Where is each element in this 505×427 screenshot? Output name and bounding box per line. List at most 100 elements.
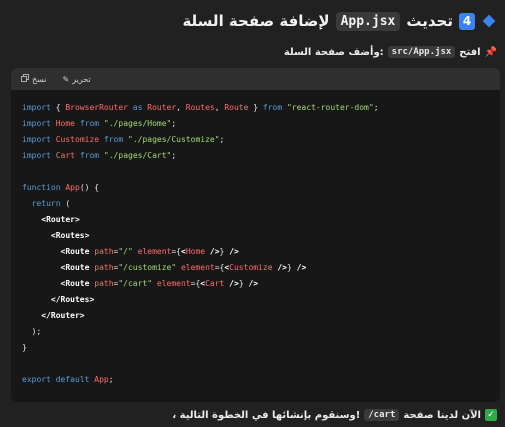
code-token: from xyxy=(75,119,100,128)
heading-file-code: App.jsx xyxy=(335,11,401,31)
code-token: Home xyxy=(185,247,206,256)
code-line: <Routes> xyxy=(22,228,500,244)
code-token: "/customize" xyxy=(118,263,177,272)
code-token: ={ xyxy=(214,263,225,272)
code-token: <Route xyxy=(60,279,90,288)
code-token: import xyxy=(22,135,51,144)
code-token: element xyxy=(137,247,172,256)
code-token: , xyxy=(176,103,186,112)
code-token: path xyxy=(94,247,114,256)
code-line: ); xyxy=(22,324,500,340)
code-line: } xyxy=(22,340,500,356)
heading-update-word: تحديث xyxy=(406,12,453,30)
code-token: "react-router-dom" xyxy=(286,103,374,112)
code-token: path xyxy=(94,263,114,272)
code-token: import xyxy=(22,103,51,112)
code-token: return xyxy=(31,199,61,208)
code-token: function xyxy=(22,183,61,192)
edit-button[interactable]: ✎ تحرير xyxy=(63,75,91,84)
code-token: App xyxy=(94,375,109,384)
code-line: return ( xyxy=(22,196,500,212)
code-line: function App() { xyxy=(22,180,500,196)
code-token: ; xyxy=(373,103,379,112)
code-token: import xyxy=(22,151,51,160)
code-token: element xyxy=(180,263,215,272)
code-content: import { BrowserRouter as Router, Routes… xyxy=(11,90,500,388)
step-heading: 4 تحديث App.jsx لإضافة صفحة السلة xyxy=(8,10,497,32)
step-number-badge: 4 xyxy=(459,12,475,30)
code-token: ={ xyxy=(171,247,181,256)
code-token: { xyxy=(50,103,66,112)
code-token: ; xyxy=(108,375,114,384)
code-token: /> xyxy=(296,263,307,272)
code-token: from xyxy=(99,135,124,144)
heading-rest: لإضافة صفحة السلة xyxy=(182,12,330,30)
code-line: </Router> xyxy=(22,308,500,324)
code-token: () { xyxy=(79,183,100,192)
code-line: <Router> xyxy=(22,212,500,228)
code-token: </Router> xyxy=(41,311,85,320)
code-token: /> xyxy=(205,247,220,256)
code-line: <Route path="/customize" element={<Custo… xyxy=(22,260,500,276)
code-token: export xyxy=(22,375,51,384)
code-token: "./pages/Customize" xyxy=(128,135,220,144)
code-line: <Route path="/" element={<Home />} /> xyxy=(22,244,500,260)
code-token: "/" xyxy=(118,247,133,256)
code-token: } xyxy=(219,247,230,256)
code-token: from xyxy=(75,151,100,160)
code-token: } xyxy=(286,263,297,272)
footer-text-end: ، وسنقوم بإنشائها في الخطوة التالية! xyxy=(172,409,361,421)
code-line: import Cart from "./pages/Cart"; xyxy=(22,148,500,164)
code-token: /> xyxy=(224,279,239,288)
code-token: ); xyxy=(22,327,42,336)
blue-diamond-icon xyxy=(481,13,497,29)
code-line: import { BrowserRouter as Router, Routes… xyxy=(22,100,500,116)
code-token: App xyxy=(65,183,80,192)
code-token: , xyxy=(214,103,225,112)
code-token: /> xyxy=(248,279,259,288)
copy-icon xyxy=(21,74,29,84)
code-token: Cart xyxy=(205,279,225,288)
code-token: Router xyxy=(147,103,177,112)
footer-text-start: الآن لدينا صفحة xyxy=(403,409,481,421)
code-token: Home xyxy=(55,119,75,128)
code-token: ; xyxy=(171,119,177,128)
code-line: <Route path="/cart" element={<Cart />} /… xyxy=(22,276,500,292)
instruction-open-word: افتح xyxy=(459,46,481,58)
code-block: نسخ ✎ تحرير import { BrowserRouter as Ro… xyxy=(11,68,500,402)
code-token: ; xyxy=(171,151,177,160)
code-block-header: نسخ ✎ تحرير xyxy=(11,68,500,90)
code-token: "./pages/Home" xyxy=(103,119,172,128)
instruction-line: 📌 افتح src/App.jsx وأضف صفحة السلة: xyxy=(284,44,497,60)
footer-note: ✓ الآن لدينا صفحة /cart ، وسنقوم بإنشائه… xyxy=(172,407,497,423)
code-token: ={ xyxy=(190,279,201,288)
code-token: default xyxy=(55,375,90,384)
code-token: "./pages/Cart" xyxy=(103,151,172,160)
footer-path-code: /cart xyxy=(364,409,400,421)
copy-label: نسخ xyxy=(32,74,47,84)
code-token: import xyxy=(22,119,51,128)
code-token: path xyxy=(94,279,114,288)
copy-button[interactable]: نسخ xyxy=(21,74,47,84)
code-token: as xyxy=(127,103,148,112)
code-token: Route xyxy=(224,103,249,112)
code-token: BrowserRouter xyxy=(65,103,128,112)
code-token: Customize xyxy=(229,263,273,272)
code-token: element xyxy=(156,279,191,288)
code-token: Routes xyxy=(185,103,215,112)
pencil-icon: ✎ xyxy=(62,74,70,84)
code-line: </Routes> xyxy=(22,292,500,308)
code-token: /> xyxy=(272,263,287,272)
code-line: export default App; xyxy=(22,372,500,388)
code-line: import Customize from "./pages/Customize… xyxy=(22,132,500,148)
code-token: <Router> xyxy=(41,215,80,224)
